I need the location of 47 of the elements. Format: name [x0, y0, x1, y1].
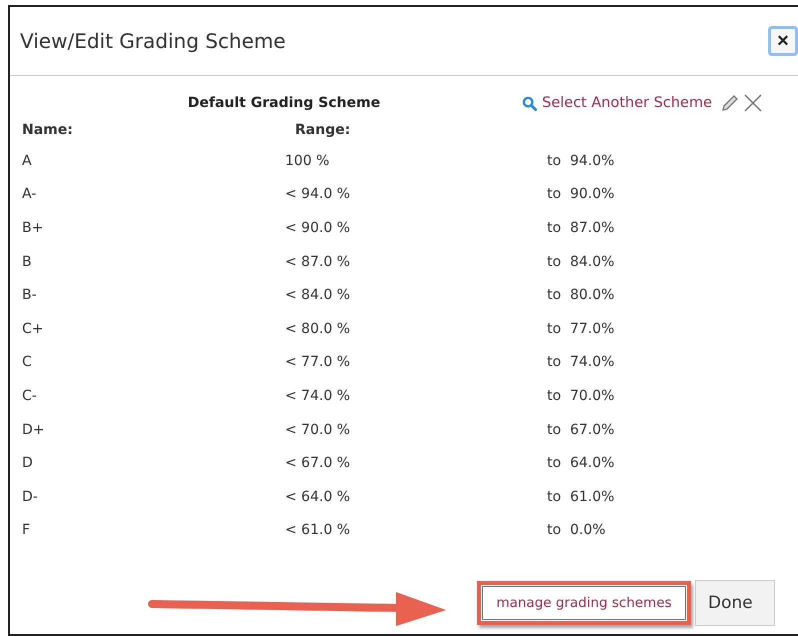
range-lower: to 74.0%: [547, 353, 616, 372]
name-column-header: Name:: [22, 121, 74, 140]
grade-name: C+: [22, 320, 45, 339]
manage-schemes-link[interactable]: manage grading schemes: [477, 581, 691, 625]
range-upper: < 87.0 %: [285, 252, 352, 272]
range-lower: to 80.0%: [547, 286, 616, 306]
range-lower: to 0.0%: [547, 521, 607, 540]
grade-name: D+: [22, 420, 46, 440]
grade-name: B: [22, 252, 33, 272]
range-upper: < 84.0 %: [285, 286, 352, 306]
range-upper: < 94.0 %: [285, 185, 352, 204]
grade-name: D: [22, 454, 34, 474]
range-upper: < 74.0 %: [285, 386, 352, 406]
range-lower: to 84.0%: [547, 252, 616, 272]
range-upper: < 64.0 %: [285, 488, 352, 507]
range-lower: to 64.0%: [547, 454, 616, 474]
range-upper: 100 %: [285, 152, 330, 171]
close-icon[interactable]: [744, 94, 762, 112]
done-button[interactable]: Done: [695, 580, 775, 626]
grade-name: A-: [22, 185, 38, 204]
select-scheme-link[interactable]: Select Another Scheme: [522, 95, 712, 111]
scheme-title: Default Grading Scheme: [188, 95, 380, 111]
grade-name: A: [22, 152, 33, 171]
close-button[interactable]: ×: [768, 26, 798, 56]
range-upper: < 90.0 %: [285, 218, 352, 238]
range-lower: to 61.0%: [547, 488, 616, 507]
range-lower: to 77.0%: [547, 320, 616, 339]
range-lower: to 87.0%: [547, 218, 616, 238]
range-column-header: Range:: [294, 121, 352, 140]
grade-name: F: [22, 521, 32, 540]
range-upper: < 80.0 %: [285, 320, 352, 339]
search-icon: [522, 96, 537, 110]
range-lower: to 70.0%: [547, 386, 616, 406]
range-upper: < 70.0 %: [285, 420, 352, 440]
range-upper: < 67.0 %: [285, 454, 352, 474]
range-upper: < 61.0 %: [285, 521, 352, 540]
pencil-icon[interactable]: [720, 93, 740, 113]
grade-name: B+: [22, 218, 44, 238]
grade-name: B-: [22, 286, 38, 306]
grade-name: C: [22, 353, 33, 372]
range-lower: to 94.0%: [547, 152, 616, 171]
grade-name: D-: [22, 488, 39, 507]
range-lower: to 90.0%: [547, 185, 616, 204]
grade-name: C-: [22, 386, 38, 406]
dialog-title: View/Edit Grading Scheme: [20, 29, 286, 53]
range-upper: < 77.0 %: [285, 353, 352, 372]
range-lower: to 67.0%: [547, 420, 616, 440]
